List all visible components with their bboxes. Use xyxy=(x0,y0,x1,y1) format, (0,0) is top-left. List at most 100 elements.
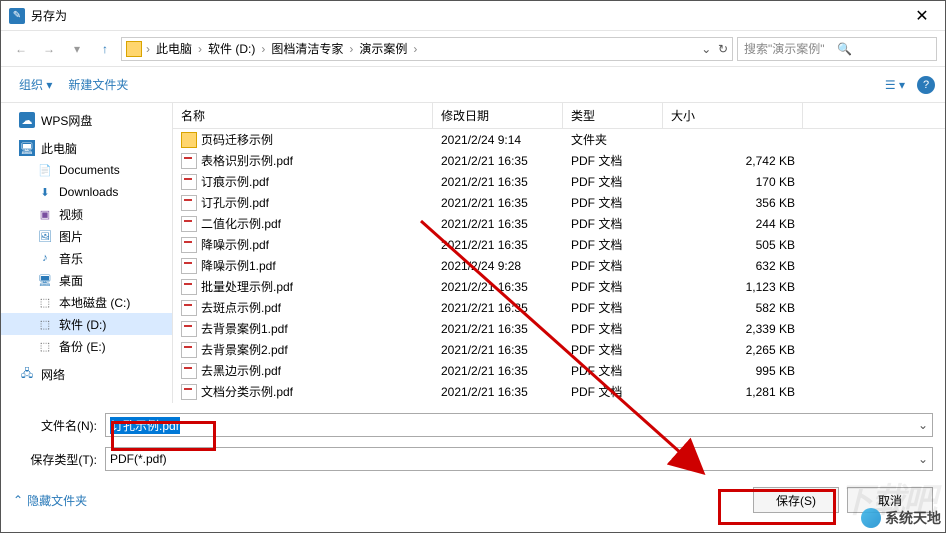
file-name: 批量处理示例.pdf xyxy=(201,278,293,295)
breadcrumb-item[interactable]: 此电脑 xyxy=(154,40,194,57)
table-row[interactable]: 订痕示例.pdf2021/2/21 16:35PDF 文档170 KB xyxy=(173,171,945,192)
forward-icon: → xyxy=(37,37,61,61)
hide-folders-toggle[interactable]: ⌃隐藏文件夹 xyxy=(13,492,87,509)
search-icon[interactable]: 🔍 xyxy=(837,42,930,56)
breadcrumb[interactable]: › 此电脑 › 软件 (D:) › 图档清洁专家 › 演示案例 › ⌄ ↻ xyxy=(121,37,733,61)
filename-input[interactable]: 订孔示例.pdf ⌄ xyxy=(105,413,933,437)
sidebar-item-disk-c[interactable]: ⬚本地磁盘 (C:) xyxy=(1,291,172,313)
folder-icon xyxy=(126,41,142,57)
file-type: PDF 文档 xyxy=(563,362,663,379)
col-date[interactable]: 修改日期 xyxy=(433,103,563,128)
disk-icon: ⬚ xyxy=(37,316,53,332)
breadcrumb-item[interactable]: 图档清洁专家 xyxy=(269,40,345,57)
file-type: PDF 文档 xyxy=(563,320,663,337)
table-row[interactable]: 去斑点示例.pdf2021/2/21 16:35PDF 文档582 KB xyxy=(173,297,945,318)
file-type: PDF 文档 xyxy=(563,257,663,274)
search-input[interactable]: 搜索"演示案例" 🔍 xyxy=(737,37,937,61)
pdf-icon xyxy=(181,279,197,295)
file-type: PDF 文档 xyxy=(563,278,663,295)
table-row[interactable]: 二值化示例.pdf2021/2/21 16:35PDF 文档244 KB xyxy=(173,213,945,234)
file-name: 去背景案例1.pdf xyxy=(201,320,288,337)
table-row[interactable]: 文档分类示例.pdf2021/2/21 16:35PDF 文档1,281 KB xyxy=(173,381,945,402)
new-folder-button[interactable]: 新建文件夹 xyxy=(60,72,136,97)
breadcrumb-item[interactable]: 演示案例 xyxy=(357,40,409,57)
table-row[interactable]: 降噪示例.pdf2021/2/21 16:35PDF 文档505 KB xyxy=(173,234,945,255)
file-date: 2021/2/21 16:35 xyxy=(433,385,563,399)
back-icon[interactable]: ← xyxy=(9,37,33,61)
sidebar-item-pc[interactable]: 🖥此电脑 xyxy=(1,137,172,159)
file-type: PDF 文档 xyxy=(563,341,663,358)
pc-icon: 🖥 xyxy=(19,140,35,156)
window-title: 另存为 xyxy=(31,7,907,24)
file-date: 2021/2/24 9:28 xyxy=(433,259,563,273)
sidebar-item-documents[interactable]: 📄Documents xyxy=(1,159,172,181)
cloud-icon: ☁ xyxy=(19,112,35,128)
chevron-down-icon[interactable]: ⌄ xyxy=(918,418,928,432)
sidebar-item-network[interactable]: 🖧网络 xyxy=(1,363,172,385)
watermark: 系统天地 xyxy=(857,504,945,532)
file-area: 名称 修改日期 类型 大小 页码迁移示例 2021/2/24 9:14文件夹表格识… xyxy=(173,103,945,403)
table-row[interactable]: 批量处理示例.pdf2021/2/21 16:35PDF 文档1,123 KB xyxy=(173,276,945,297)
table-row[interactable]: 去背景案例1.pdf2021/2/21 16:35PDF 文档2,339 KB xyxy=(173,318,945,339)
sidebar-item-downloads[interactable]: ⬇Downloads xyxy=(1,181,172,203)
file-size: 582 KB xyxy=(663,301,803,315)
sidebar-item-desktop[interactable]: 🖥桌面 xyxy=(1,269,172,291)
chevron-right-icon: › xyxy=(411,42,419,56)
sidebar-item-disk-d[interactable]: ⬚软件 (D:) xyxy=(1,313,172,335)
table-row[interactable]: 去黑边示例.pdf2021/2/21 16:35PDF 文档995 KB xyxy=(173,360,945,381)
table-row[interactable]: 去背景案例2.pdf2021/2/21 16:35PDF 文档2,265 KB xyxy=(173,339,945,360)
view-options[interactable]: ☰ ▾ xyxy=(879,78,911,92)
save-button[interactable]: 保存(S) xyxy=(753,487,839,513)
col-name[interactable]: 名称 xyxy=(173,103,433,128)
table-row[interactable]: 页码迁移示例 2021/2/24 9:14文件夹 xyxy=(173,129,945,150)
file-date: 2021/2/24 9:14 xyxy=(433,133,563,147)
pdf-icon xyxy=(181,363,197,379)
file-list[interactable]: 页码迁移示例 2021/2/24 9:14文件夹表格识别示例.pdf2021/2/… xyxy=(173,129,945,403)
sidebar-item-pictures[interactable]: 🖼图片 xyxy=(1,225,172,247)
up-icon[interactable]: ↑ xyxy=(93,37,117,61)
filetype-select[interactable]: PDF(*.pdf) ⌄ xyxy=(105,447,933,471)
file-type: PDF 文档 xyxy=(563,299,663,316)
file-date: 2021/2/21 16:35 xyxy=(433,238,563,252)
path-dropdown[interactable]: ⌄ ↻ xyxy=(701,42,728,56)
filetype-value: PDF(*.pdf) xyxy=(110,452,167,466)
file-type: 文件夹 xyxy=(563,131,663,148)
toolbar: 组织 ▾ 新建文件夹 ☰ ▾ ? xyxy=(1,67,945,103)
sidebar-item-videos[interactable]: ▣视频 xyxy=(1,203,172,225)
chevron-right-icon: › xyxy=(196,42,204,56)
chevron-down-icon[interactable]: ⌄ xyxy=(918,452,928,466)
sidebar-item-disk-e[interactable]: ⬚备份 (E:) xyxy=(1,335,172,357)
sidebar-item-wps[interactable]: ☁WPS网盘 xyxy=(1,109,172,131)
pdf-icon xyxy=(181,237,197,253)
pdf-icon xyxy=(181,195,197,211)
table-row[interactable]: 降噪示例1.pdf2021/2/24 9:28PDF 文档632 KB xyxy=(173,255,945,276)
col-type[interactable]: 类型 xyxy=(563,103,663,128)
file-name: 去斑点示例.pdf xyxy=(201,299,281,316)
disk-icon: ⬚ xyxy=(37,338,53,354)
titlebar: ✎ 另存为 ✕ xyxy=(1,1,945,31)
filetype-label: 保存类型(T): xyxy=(13,451,105,468)
recent-icon[interactable]: ▾ xyxy=(65,37,89,61)
folder-icon xyxy=(181,132,197,148)
pdf-icon xyxy=(181,321,197,337)
chevron-right-icon: › xyxy=(259,42,267,56)
file-name: 页码迁移示例 xyxy=(201,131,273,148)
col-size[interactable]: 大小 xyxy=(663,103,803,128)
desktop-icon: 🖥 xyxy=(37,272,53,288)
breadcrumb-item[interactable]: 软件 (D:) xyxy=(206,40,257,57)
file-size: 1,281 KB xyxy=(663,385,803,399)
organize-button[interactable]: 组织 ▾ xyxy=(11,72,60,97)
file-size: 356 KB xyxy=(663,196,803,210)
file-name: 降噪示例1.pdf xyxy=(201,257,276,274)
file-date: 2021/2/21 16:35 xyxy=(433,196,563,210)
file-date: 2021/2/21 16:35 xyxy=(433,322,563,336)
file-name: 降噪示例.pdf xyxy=(201,236,269,253)
table-row[interactable]: 订孔示例.pdf2021/2/21 16:35PDF 文档356 KB xyxy=(173,192,945,213)
download-icon: ⬇ xyxy=(37,184,53,200)
table-row[interactable]: 表格识别示例.pdf2021/2/21 16:35PDF 文档2,742 KB xyxy=(173,150,945,171)
help-icon[interactable]: ? xyxy=(917,76,935,94)
file-name: 订孔示例.pdf xyxy=(201,194,269,211)
file-size: 2,742 KB xyxy=(663,154,803,168)
sidebar-item-music[interactable]: ♪音乐 xyxy=(1,247,172,269)
close-icon[interactable]: ✕ xyxy=(907,6,937,26)
